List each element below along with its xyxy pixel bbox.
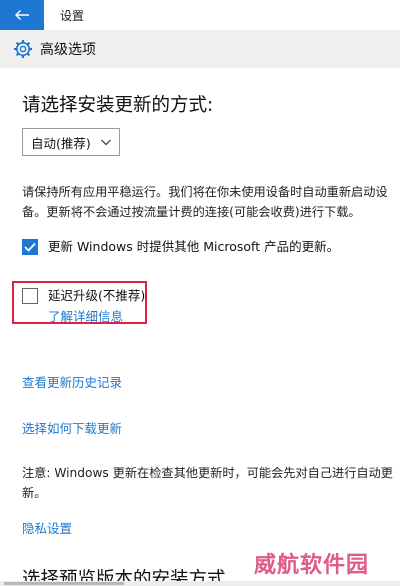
privacy-settings-link[interactable]: 隐私设置 <box>22 518 72 537</box>
update-history-link[interactable]: 查看更新历史记录 <box>22 372 122 391</box>
back-button[interactable] <box>0 0 44 30</box>
install-method-dropdown[interactable]: 自动(推荐) <box>22 128 120 156</box>
page-title: 高级选项 <box>40 42 96 58</box>
title-bar: 设置 <box>0 0 400 30</box>
page-header: 高级选项 <box>0 30 400 68</box>
window-title: 设置 <box>60 8 85 23</box>
install-description: 请保持所有应用平稳运行。我们将在你未使用设备时自动重新启动设备。更新将不会通过按… <box>22 185 388 219</box>
watermark-logo: 威航软件园 <box>254 553 370 578</box>
gear-icon <box>12 38 34 60</box>
install-method-heading: 请选择安装更新的方式: <box>22 95 214 116</box>
defer-upgrade-checkbox[interactable] <box>22 288 38 304</box>
delivery-options-link[interactable]: 选择如何下载更新 <box>22 418 122 437</box>
microsoft-products-option[interactable]: 更新 Windows 时提供其他 Microsoft 产品的更新。 <box>22 239 339 255</box>
learn-more-link[interactable]: 了解详细信息 <box>48 306 123 325</box>
microsoft-products-label: 更新 Windows 时提供其他 Microsoft 产品的更新。 <box>48 239 340 254</box>
defer-upgrade-label: 延迟升级(不推荐) <box>48 288 146 303</box>
defer-upgrade-option[interactable]: 延迟升级(不推荐) <box>22 288 145 304</box>
dropdown-selected-value: 自动(推荐) <box>31 135 91 151</box>
scrollbar-thumb[interactable] <box>4 582 124 585</box>
update-note: 注意: Windows 更新在检查其他更新时，可能会先对自己进行自动更新。 <box>22 466 393 500</box>
back-arrow-icon <box>15 10 29 20</box>
chevron-down-icon <box>101 139 111 146</box>
horizontal-scrollbar[interactable] <box>0 581 400 586</box>
checkmark-icon <box>24 242 36 252</box>
microsoft-products-checkbox[interactable] <box>22 239 38 255</box>
